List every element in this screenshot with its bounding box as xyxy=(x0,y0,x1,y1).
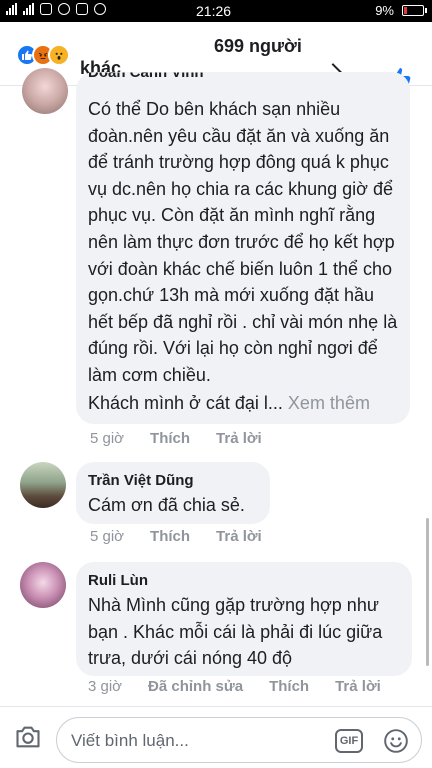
camera-icon[interactable] xyxy=(14,723,42,751)
battery-icon xyxy=(402,5,427,16)
gif-icon[interactable]: GIF xyxy=(335,729,363,753)
reply-link[interactable]: Trả lời xyxy=(216,430,262,447)
like-link[interactable]: Thích xyxy=(269,678,309,695)
comment-tail-text: Khách mình ở cát đại l... xyxy=(88,393,283,413)
comment-input[interactable]: Viết bình luận... GIF xyxy=(56,717,422,763)
avatar[interactable] xyxy=(22,68,68,114)
signal-icon-2 xyxy=(23,3,34,15)
comment-composer: Viết bình luận... GIF xyxy=(0,706,432,768)
comment-bubble: Đoàn Cảnh Vinh Có thể Do bên khách sạn n… xyxy=(76,72,410,424)
comment-text: Nhà Mình cũng gặp trường hợp như bạn . K… xyxy=(88,595,383,669)
comment-bubble: Trần Việt Dũng Cám ơn đã chia sẻ. xyxy=(76,462,270,524)
see-more-link[interactable]: Xem thêm xyxy=(288,393,370,413)
comment-time: 5 giờ xyxy=(90,430,125,447)
status-icons-right: 9% xyxy=(375,3,427,18)
notification-icon xyxy=(94,3,106,15)
reaction-count: 699 người xyxy=(214,36,302,56)
status-icons-left xyxy=(6,3,106,15)
signal-icon xyxy=(6,3,17,15)
comment-actions: 3 giờ Đã chỉnh sửa Thích Trả lời xyxy=(88,678,407,695)
comment-bubble: Ruli Lùn Nhà Mình cũng gặp trường hợp nh… xyxy=(76,562,412,676)
app-notification-icon-2 xyxy=(76,3,88,15)
comment-actions: 5 giờ Thích Trả lời xyxy=(90,528,288,545)
battery-percent: 9% xyxy=(375,3,394,18)
messenger-icon xyxy=(58,3,70,15)
comment-actions: 5 giờ Thích Trả lời xyxy=(90,430,288,447)
comment-author[interactable]: Ruli Lùn xyxy=(88,572,148,589)
status-time: 21:26 xyxy=(196,3,232,19)
comment-text: Có thể Do bên khách sạn nhiều đoàn.nên y… xyxy=(88,99,398,385)
reaction-icons xyxy=(16,44,70,66)
wow-icon xyxy=(48,44,70,66)
like-link[interactable]: Thích xyxy=(150,528,190,545)
app-notification-icon xyxy=(40,3,52,15)
comment-input-placeholder: Viết bình luận... xyxy=(71,731,189,750)
comment-text-tail: Khách mình ở cát đại l... Xem thêm xyxy=(88,390,398,417)
avatar[interactable] xyxy=(20,562,66,608)
reply-link[interactable]: Trả lời xyxy=(216,528,262,545)
reply-link[interactable]: Trả lời xyxy=(335,678,381,695)
comment-time: 3 giờ xyxy=(88,678,123,695)
comment-author[interactable]: Trần Việt Dũng xyxy=(88,472,194,489)
status-bar: 21:26 9% xyxy=(0,0,432,22)
comment-text: Cám ơn đã chia sẻ. xyxy=(88,495,245,515)
avatar[interactable] xyxy=(20,462,66,508)
emoji-icon[interactable] xyxy=(383,728,409,754)
edited-label[interactable]: Đã chỉnh sửa xyxy=(148,678,243,695)
like-link[interactable]: Thích xyxy=(150,430,190,447)
scrollbar[interactable] xyxy=(426,518,429,666)
comment-time: 5 giờ xyxy=(90,528,125,545)
